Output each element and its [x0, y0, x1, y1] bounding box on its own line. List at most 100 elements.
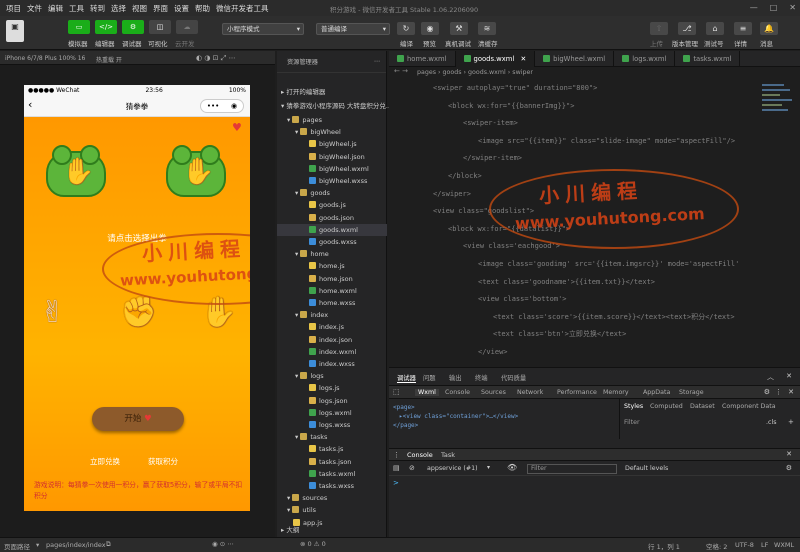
menu-item[interactable]: 设置	[174, 3, 189, 14]
devtools-subtab[interactable]: Memory	[603, 389, 629, 396]
tree-file[interactable]: home.wxml	[277, 285, 387, 297]
menu-item[interactable]: 工具	[69, 3, 84, 14]
devtools-subtab[interactable]: AppData	[643, 389, 670, 396]
tree-file[interactable]: tasks.wxss	[277, 480, 387, 492]
styles-tab[interactable]: Computed	[650, 403, 683, 410]
devtools-tab[interactable]: 输出	[449, 373, 462, 382]
tree-file[interactable]: logs.wxss	[277, 419, 387, 431]
outline-section[interactable]: ▸ 大纲	[277, 524, 387, 536]
tab-console[interactable]: Console	[407, 451, 433, 459]
real-debug-button[interactable]: 真机调试	[445, 38, 471, 48]
devtools-subtab[interactable]: Network	[517, 389, 543, 396]
tree-folder[interactable]: ▾ home	[277, 248, 387, 260]
rock-hand-icon[interactable]: ✊	[120, 295, 157, 330]
styles-filter-input[interactable]: Filter	[624, 419, 640, 426]
tree-folder[interactable]: ▾ index	[277, 309, 387, 321]
nav-arrows-icon[interactable]: ← →	[394, 67, 408, 75]
levels-select[interactable]: Default levels	[625, 465, 668, 472]
cls-toggle[interactable]: .cls	[766, 419, 777, 426]
tree-file[interactable]: index.json	[277, 334, 387, 346]
wxml-node[interactable]: <page>	[393, 403, 518, 412]
menu-item[interactable]: 文件	[27, 3, 42, 14]
heart-icon[interactable]: ♥	[232, 121, 242, 134]
tree-file[interactable]: bigWheel.js	[277, 138, 387, 150]
menu-item[interactable]: 微信开发者工具	[216, 3, 269, 14]
menu-item[interactable]: 选择	[111, 3, 126, 14]
compile-icon[interactable]: ↻	[397, 22, 415, 35]
wxml-node[interactable]: ▸<view class="container">…</view>	[393, 412, 518, 421]
start-button[interactable]: 开始 ♥	[92, 407, 184, 431]
sidebar-icon[interactable]: ▤	[393, 464, 400, 472]
compile-button[interactable]: 编译	[400, 38, 413, 48]
console-prompt[interactable]: >	[393, 479, 399, 487]
close-icon[interactable]: ✕	[786, 450, 792, 458]
tree-file[interactable]: goods.json	[277, 212, 387, 224]
maximize-icon[interactable]: □	[770, 3, 778, 12]
close-icon[interactable]: ✕	[786, 372, 792, 380]
close-icon[interactable]: ✕	[788, 388, 794, 396]
cursor-position[interactable]: 行 1，列 1	[648, 541, 680, 551]
collapse-icon[interactable]: ︿	[767, 372, 774, 382]
eye-icon[interactable]: 👁	[507, 463, 517, 472]
devtools-subtab[interactable]: Sources	[481, 389, 506, 396]
tree-file[interactable]: home.wxss	[277, 297, 387, 309]
messages-button[interactable]: 消息	[760, 38, 773, 48]
add-icon[interactable]: +	[788, 418, 794, 426]
project-root[interactable]: ▾ 猜拳游戏小程序源码 大转盘积分兑...	[277, 100, 392, 112]
close-circle-icon[interactable]: ◉	[231, 102, 237, 110]
tree-folder[interactable]: ▾ goods	[277, 187, 387, 199]
visual-toggle-icon[interactable]: ◫	[149, 20, 171, 34]
tree-file[interactable]: goods.js	[277, 199, 387, 211]
tree-folder[interactable]: ▾ utils	[277, 504, 387, 516]
tree-folder[interactable]: ▾ tasks	[277, 431, 387, 443]
bell-icon[interactable]: 🔔	[760, 22, 778, 35]
menu-item[interactable]: 转到	[90, 3, 105, 14]
devtools-subtab[interactable]: Console	[445, 389, 470, 396]
tree-file[interactable]: logs.json	[277, 395, 387, 407]
cloud-toggle-icon[interactable]: ☁	[176, 20, 198, 34]
tree-file[interactable]: logs.js	[277, 382, 387, 394]
menu-item[interactable]: 视图	[132, 3, 147, 14]
close-icon[interactable]: ✕	[789, 3, 796, 12]
compile-mode-select[interactable]: 普通编译 ▾	[316, 23, 390, 35]
tree-file[interactable]: bigWheel.wxss	[277, 175, 387, 187]
preview-button[interactable]: 预览	[423, 38, 436, 48]
clear-icon[interactable]: ⊘	[409, 464, 415, 472]
device-select[interactable]: iPhone 6/7/8 Plus 100% 16	[5, 55, 85, 62]
warning-icon[interactable]: ⊗ 0 ⚠ 0	[300, 540, 326, 548]
tree-file[interactable]: goods.wxss	[277, 236, 387, 248]
devtools-tab[interactable]: 问题	[423, 373, 436, 382]
upload-button[interactable]: 上传	[650, 38, 663, 48]
indent-setting[interactable]: 空格: 2	[706, 541, 727, 551]
wxml-node[interactable]: </page>	[393, 421, 518, 430]
version-button[interactable]: 版本管理	[672, 38, 698, 48]
capsule-button[interactable]: ••• ◉	[200, 99, 244, 113]
minimize-icon[interactable]: —	[750, 3, 758, 12]
tree-folder[interactable]: ▾ bigWheel	[277, 126, 387, 138]
redeem-link[interactable]: 立即兑换	[90, 456, 120, 467]
styles-tab[interactable]: Component Data	[722, 403, 776, 410]
editor-tab[interactable]: bigWheel.wxml	[535, 51, 615, 67]
more-icon[interactable]: ⋮	[775, 388, 782, 396]
menu-item[interactable]: 帮助	[195, 3, 210, 14]
more-icon[interactable]: •••	[207, 102, 219, 110]
console-filter-input[interactable]: Filter	[527, 464, 617, 474]
editor-tab[interactable]: goods.wxml ✕	[455, 51, 536, 67]
language-mode[interactable]: WXML	[774, 541, 794, 549]
tree-file[interactable]: tasks.js	[277, 443, 387, 455]
details-icon[interactable]: ≡	[734, 22, 752, 35]
tree-folder[interactable]: ▾ logs	[277, 370, 387, 382]
simulator-toggle-icon[interactable]: ▭	[68, 20, 90, 34]
styles-tab[interactable]: Dataset	[690, 403, 715, 410]
devtools-subtab[interactable]: Wxml	[415, 389, 439, 396]
test-account-icon[interactable]: ⌂	[706, 22, 724, 35]
details-button[interactable]: 详情	[734, 38, 747, 48]
devtools-tab[interactable]: 终端	[475, 373, 488, 382]
close-icon[interactable]: ✕	[518, 55, 526, 63]
menu-icon[interactable]: ⋮	[393, 451, 400, 459]
tree-folder[interactable]: ▾ pages	[277, 114, 387, 126]
tree-file[interactable]: index.wxss	[277, 358, 387, 370]
clear-cache-icon[interactable]: ≋	[478, 22, 496, 35]
sim-control-icons[interactable]: ◐ ◑ ⊡ ⤢ ⋯	[196, 54, 236, 63]
gear-icon[interactable]: ⚙	[786, 464, 792, 472]
